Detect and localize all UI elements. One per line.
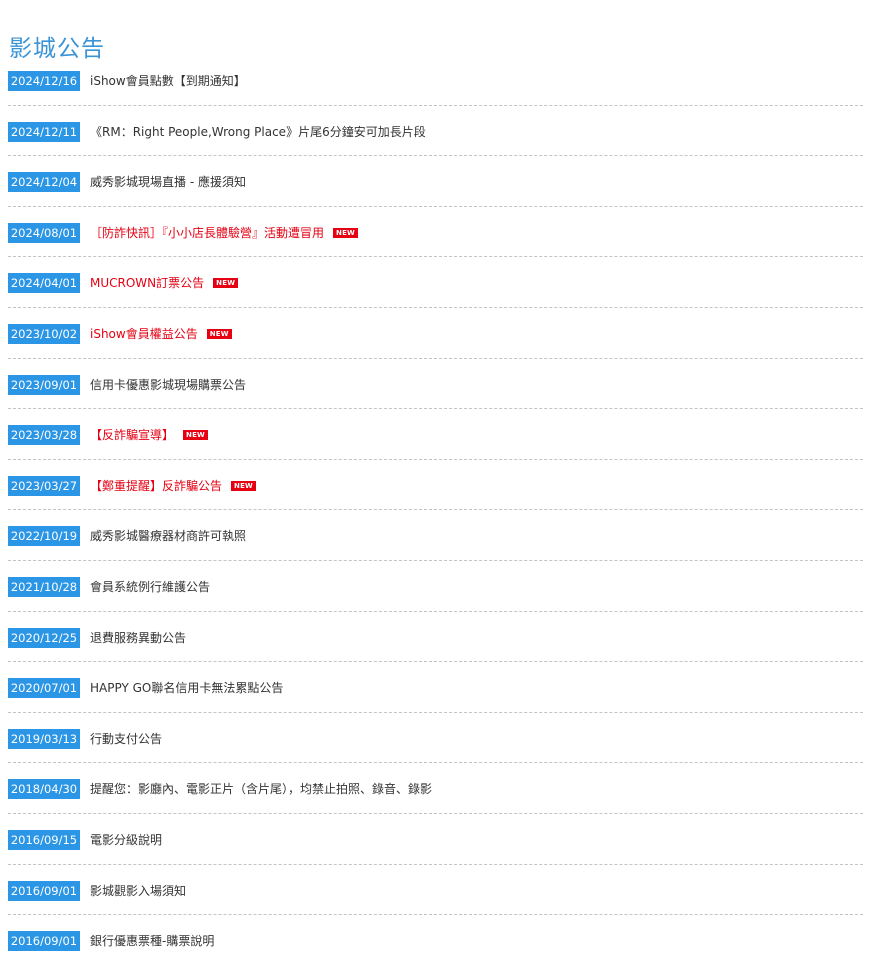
new-badge: NEW [213, 278, 239, 289]
notice-date-badge: 2023/09/01 [8, 374, 80, 395]
announcements-page: 影城公告 2024/12/16 iShow會員點數【到期通知】 2024/12/11… [0, 0, 872, 956]
notice-title-link[interactable]: 威秀影城醫療器材商許可執照 [90, 526, 246, 546]
notice-date-badge: 2016/09/01 [8, 880, 80, 901]
notice-date-badge: 2023/10/02 [8, 323, 80, 344]
notice-title-link[interactable]: 行動支付公告 [90, 729, 162, 749]
notice-title-text: 威秀影城現場直播 - 應援須知 [90, 175, 246, 190]
notice-title-text: 退費服務異動公告 [90, 630, 187, 645]
notice-title-link[interactable]: HAPPY GO聯名信用卡無法累點公告 [90, 678, 283, 698]
notice-title-link[interactable]: 影城觀影入場須知 [90, 881, 186, 901]
notice-item: 2023/03/27 【鄭重提醒】反詐騙公告 NEW [8, 460, 863, 511]
notice-title-link[interactable]: ［防詐快訊］『小小店長體驗營』活動遭冒用 NEW [90, 223, 358, 243]
notice-item: 2022/10/19 威秀影城醫療器材商許可執照 [8, 510, 863, 561]
notice-item: 2024/12/11 《RM：Right People,Wrong Place》片… [8, 106, 863, 157]
notice-item: 2023/03/28 【反詐騙宣導】 NEW [8, 409, 863, 460]
notice-title-link[interactable]: 提醒您：影廳內、電影正片（含片尾），均禁止拍照、錄音、錄影 [90, 779, 432, 799]
notice-title-link[interactable]: 信用卡優惠影城現場購票公告 [90, 375, 246, 395]
notice-date-badge: 2023/03/28 [8, 425, 80, 446]
notice-title-text: 會員系統例行維護公告 [90, 579, 211, 594]
notice-item: 2018/04/30 提醒您：影廳內、電影正片（含片尾），均禁止拍照、錄音、錄影 [8, 763, 863, 814]
notice-item: 2016/09/01 銀行優惠票種-購票說明 [8, 915, 863, 956]
new-badge: NEW [333, 227, 358, 238]
notice-title-link[interactable]: 【鄭重提醒】反詐騙公告 NEW [90, 476, 256, 496]
notice-date-badge: 2024/12/16 [8, 71, 80, 91]
notice-title-text: 信用卡優惠影城現場購票公告 [90, 377, 247, 392]
notice-item: 2021/10/28 會員系統例行維護公告 [8, 561, 863, 612]
notice-item: 2023/10/02 iShow會員權益公告 NEW [8, 308, 863, 359]
new-badge: NEW [231, 480, 256, 491]
notice-title-link[interactable]: 電影分級說明 [90, 830, 162, 850]
notice-date-badge: 2024/12/04 [8, 172, 80, 193]
notice-title-text: 電影分級說明 [90, 832, 163, 847]
notice-item: 2024/04/01 MUCROWN訂票公告 NEW [8, 257, 863, 308]
notice-date-badge: 2024/04/01 [8, 273, 80, 294]
notice-title-text: ［防詐快訊］『小小店長體驗營』活動遭冒用 [90, 225, 325, 240]
notice-date-badge: 2016/09/01 [8, 931, 80, 952]
notice-item: 2024/12/04 威秀影城現場直播 - 應援須知 [8, 156, 863, 207]
notice-date-badge: 2023/03/27 [8, 475, 80, 496]
notice-title-link[interactable]: 【反詐騙宣導】 NEW [90, 425, 208, 445]
notice-list: 2024/12/16 iShow會員點數【到期通知】 2024/12/11 《RM：R… [8, 55, 863, 956]
notice-item: 2016/09/15 電影分級說明 [8, 814, 863, 865]
notice-title-text: HAPPY GO聯名信用卡無法累點公告 [90, 681, 284, 696]
notice-date-badge: 2020/07/01 [8, 678, 80, 699]
notice-title-link[interactable]: iShow會員權益公告 NEW [90, 324, 232, 344]
notice-title-text: MUCROWN訂票公告 [90, 276, 205, 291]
notice-item: 2020/12/25 退費服務異動公告 [8, 612, 863, 663]
notice-date-badge: 2024/12/11 [8, 121, 80, 142]
notice-title-text: 【反詐騙宣導】 [90, 428, 175, 443]
notice-date-badge: 2018/04/30 [8, 779, 80, 800]
notice-title-text: 【鄭重提醒】反詐騙公告 [90, 478, 223, 493]
notice-title-link[interactable]: 退費服務異動公告 [90, 628, 186, 648]
notice-title-text: 《RM：Right People,Wrong Place》片尾6分鐘安可加長片段 [90, 124, 426, 139]
notice-item: 2019/03/13 行動支付公告 [8, 713, 863, 764]
notice-title-link[interactable]: MUCROWN訂票公告 NEW [90, 273, 239, 293]
notice-title-text: 影城觀影入場須知 [90, 883, 187, 898]
notice-title-link[interactable]: 《RM：Right People,Wrong Place》片尾6分鐘安可加長片段 [90, 122, 426, 142]
notice-title-text: 威秀影城醫療器材商許可執照 [90, 529, 247, 544]
notice-date-badge: 2024/08/01 [8, 222, 80, 243]
notice-item: 2024/08/01 ［防詐快訊］『小小店長體驗營』活動遭冒用 NEW [8, 207, 863, 258]
notice-item: 2023/09/01 信用卡優惠影城現場購票公告 [8, 359, 863, 410]
new-badge: NEW [206, 328, 232, 339]
notice-item: 2024/12/16 iShow會員點數【到期通知】 [8, 55, 863, 106]
notice-date-badge: 2020/12/25 [8, 627, 80, 648]
notice-date-badge: 2016/09/15 [8, 829, 80, 850]
notice-date-badge: 2019/03/13 [8, 728, 80, 749]
notice-item: 2016/09/01 影城觀影入場須知 [8, 865, 863, 916]
notice-title-text: 銀行優惠票種-購票說明 [90, 934, 215, 949]
notice-title-text: iShow會員權益公告 [90, 326, 198, 341]
notice-title-text: 提醒您：影廳內、電影正片（含片尾），均禁止拍照、錄音、錄影 [90, 782, 433, 797]
notice-title-text: 行動支付公告 [90, 731, 163, 746]
notice-date-badge: 2022/10/19 [8, 526, 80, 547]
new-badge: NEW [183, 430, 208, 441]
notice-date-badge: 2021/10/28 [8, 576, 80, 597]
notice-title-link[interactable]: iShow會員點數【到期通知】 [90, 71, 246, 91]
notice-title-link[interactable]: 威秀影城現場直播 - 應援須知 [90, 172, 246, 192]
notice-title-text: iShow會員點數【到期通知】 [90, 74, 246, 88]
notice-title-link[interactable]: 會員系統例行維護公告 [90, 577, 210, 597]
notice-title-link[interactable]: 銀行優惠票種-購票說明 [90, 931, 214, 951]
notice-item: 2020/07/01 HAPPY GO聯名信用卡無法累點公告 [8, 662, 863, 713]
